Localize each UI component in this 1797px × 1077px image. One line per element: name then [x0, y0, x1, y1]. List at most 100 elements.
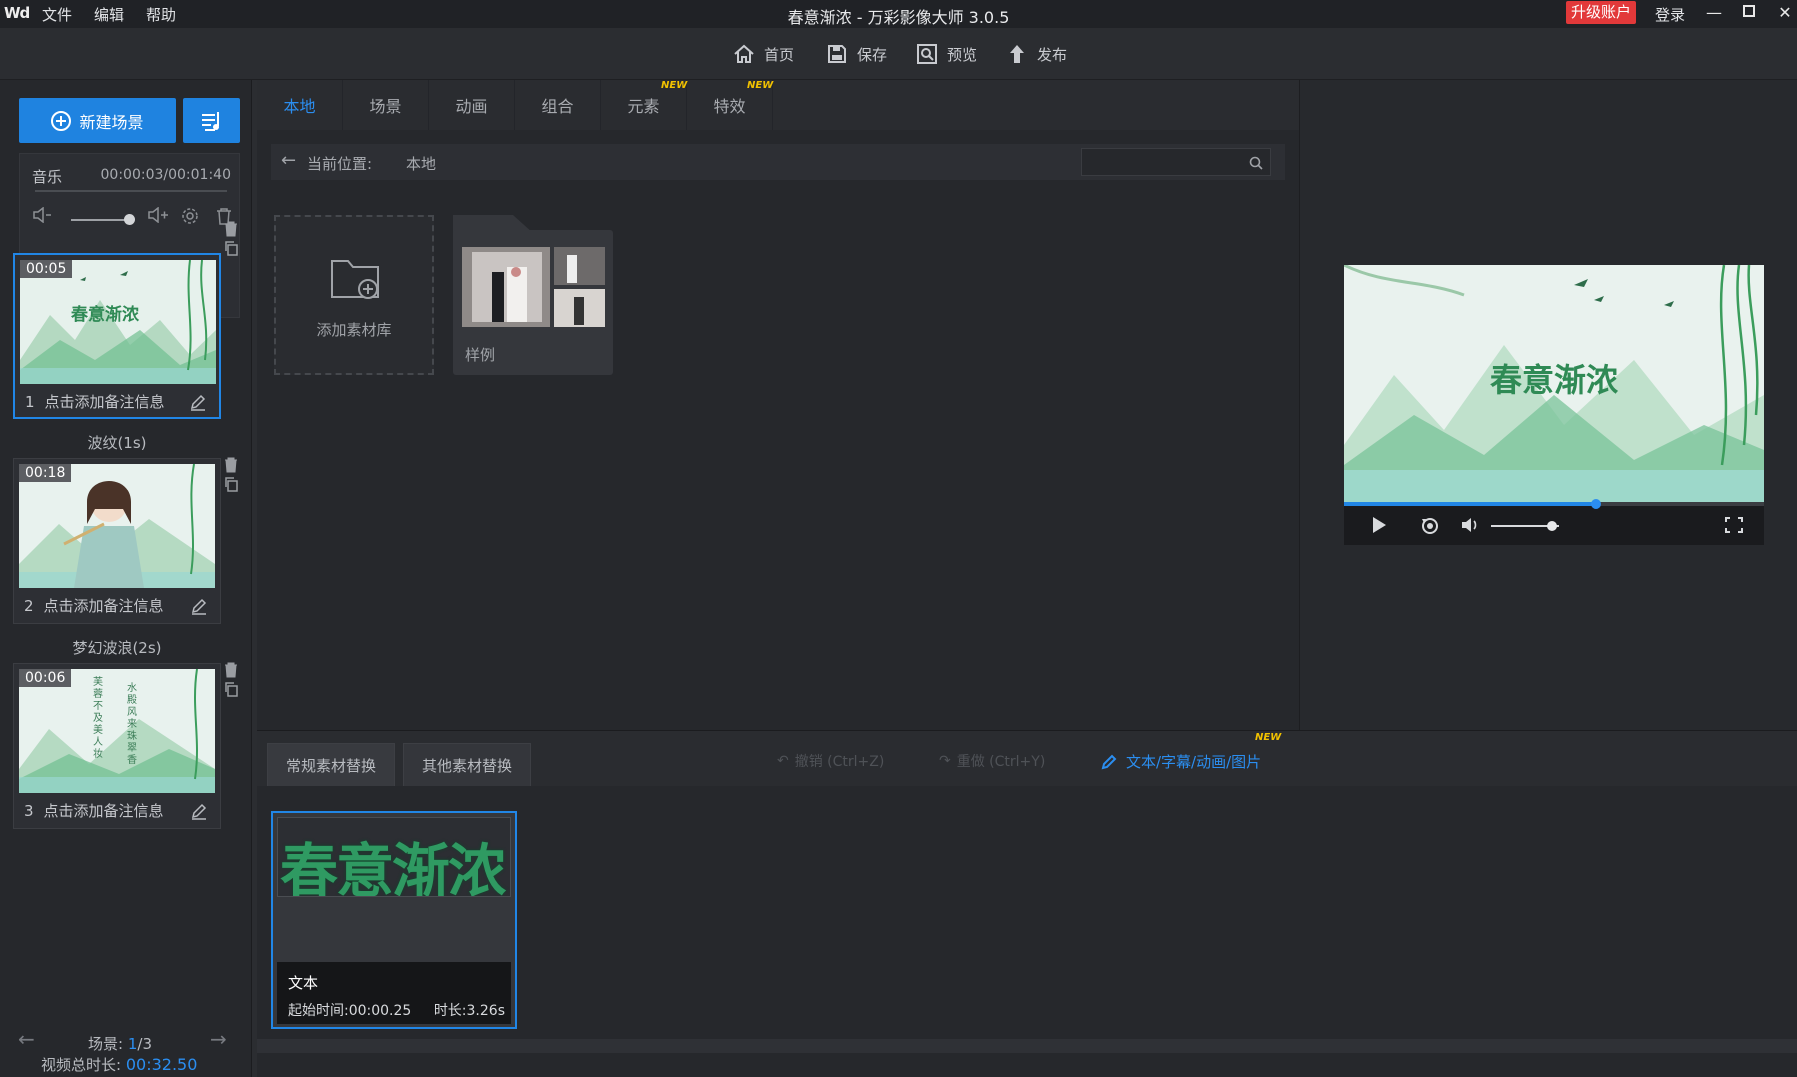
scene-footer: ← → 场景: 1/3 视频总时长: 00:32.50 [0, 1025, 252, 1077]
fullscreen-icon[interactable] [1724, 516, 1744, 538]
add-library-button[interactable]: 添加素材库 [274, 215, 434, 375]
maximize-icon[interactable] [1738, 2, 1760, 24]
preview-button[interactable]: 预览 [915, 41, 977, 67]
preview-label: 预览 [947, 45, 978, 64]
tab-group-label: 组合 [541, 97, 574, 116]
back-arrow-icon[interactable]: ← [281, 150, 296, 171]
transition-label-2[interactable]: 梦幻波浪(2s) [0, 637, 234, 658]
new-scene-button[interactable]: 新建场景 [19, 98, 176, 143]
scene-thumbnail [19, 464, 215, 588]
scene-card-1[interactable]: 春意渐浓 00:05 1 点击添加备注信息 [13, 253, 221, 419]
scene-card-3[interactable]: 芙蓉不及美人妆 水殿风来珠翠香 00:06 3 点击添加备注信息 [13, 663, 221, 829]
tab-animation[interactable]: 动画 [429, 80, 515, 130]
material-library: ← 当前位置: 本地 添加素材库 样例 [257, 130, 1299, 730]
scene-thumbnail: 春意渐浓 [20, 260, 216, 384]
replay-icon[interactable] [1420, 516, 1440, 538]
publish-button[interactable]: 发布 [1005, 41, 1067, 67]
video-progress-handle[interactable] [1591, 499, 1601, 509]
save-icon [828, 45, 846, 63]
text-element-preview-text: 春意渐浓 [280, 837, 506, 897]
music-volume-handle[interactable] [124, 214, 136, 225]
edit-icon[interactable] [190, 597, 208, 615]
preview-panel: 春意渐浓 [1299, 80, 1797, 730]
text-element-card[interactable]: 春意渐浓 文本 起始时间:00:00.25 时长:3.26s [271, 811, 517, 1029]
scene-note-text: 点击添加备注信息 [43, 597, 164, 615]
scene-note-text: 点击添加备注信息 [44, 393, 165, 411]
save-button[interactable]: 保存 [825, 41, 887, 67]
redo-button[interactable]: ↷ 重做 (Ctrl+Y) [939, 751, 1045, 771]
scene-note[interactable]: 1 点击添加备注信息 [25, 391, 165, 412]
search-input[interactable] [1081, 148, 1271, 176]
tab-other-replace[interactable]: 其他素材替换 [403, 743, 531, 786]
sample-folder[interactable]: 样例 [453, 230, 613, 375]
volume-icon[interactable] [1460, 516, 1480, 538]
scene-count: 场景: 1/3 [88, 1033, 152, 1054]
tab-scene[interactable]: 场景 [343, 80, 429, 130]
transition-label-1[interactable]: 波纹(1s) [0, 432, 234, 453]
music-settings-icon[interactable] [178, 207, 202, 231]
next-scene-icon[interactable]: → [210, 1027, 227, 1051]
scene-count-label: 场景: [88, 1035, 124, 1053]
copy-scene-icon[interactable] [223, 681, 239, 697]
tab-local[interactable]: 本地 [257, 80, 343, 130]
login-link[interactable]: 登录 [1655, 4, 1685, 25]
music-controls [28, 206, 233, 233]
video-progress-fill [1344, 502, 1596, 506]
scene-note[interactable]: 3 点击添加备注信息 [24, 800, 164, 821]
delete-scene-icon[interactable] [223, 221, 239, 237]
scene-thumb-title: 春意渐浓 [71, 305, 139, 325]
path-label: 当前位置: [307, 155, 373, 173]
edit-icon[interactable] [189, 393, 207, 411]
undo-icon: ↶ [777, 753, 789, 769]
video-progress[interactable] [1344, 499, 1764, 509]
element-duration: 时长:3.26s [433, 1003, 505, 1019]
tab-regular-replace[interactable]: 常规素材替换 [267, 743, 395, 786]
minimize-icon[interactable]: — [1703, 2, 1725, 24]
tab-element-label: 元素 [627, 97, 660, 116]
total-duration-label: 视频总时长: [41, 1056, 122, 1074]
menu-help[interactable]: 帮助 [146, 4, 176, 25]
menu-file[interactable]: 文件 [42, 4, 72, 25]
publish-icon [1010, 45, 1024, 63]
main-toolbar: 首页 保存 预览 发布 [0, 28, 1797, 80]
prev-scene-icon[interactable]: ← [18, 1027, 35, 1051]
copy-scene-icon[interactable] [223, 240, 239, 256]
scene-card-2[interactable]: 00:18 2 点击添加备注信息 [13, 458, 221, 624]
preview-volume-handle[interactable] [1547, 521, 1558, 531]
delete-scene-icon[interactable] [223, 457, 239, 473]
upgrade-account-button[interactable]: 升级账户 [1566, 1, 1636, 24]
tab-other-replace-label: 其他素材替换 [421, 756, 512, 775]
scene-list-button[interactable] [183, 98, 240, 143]
add-circle-icon [51, 110, 72, 131]
scene-note-text: 点击添加备注信息 [43, 802, 164, 820]
home-label: 首页 [764, 45, 795, 64]
tab-group[interactable]: 组合 [515, 80, 601, 130]
menu-edit[interactable]: 编辑 [94, 4, 124, 25]
horizontal-scrollbar[interactable] [257, 1039, 1797, 1053]
scene-current: 1 [127, 1035, 138, 1053]
scene-duration: 00:06 [19, 669, 72, 687]
preview-frame: 春意渐浓 [1344, 265, 1764, 502]
copy-scene-icon[interactable] [223, 476, 239, 492]
edit-media-link[interactable]: 文本/字幕/动画/图片 [1100, 751, 1261, 772]
undo-button[interactable]: ↶ 撤销 (Ctrl+Z) [777, 751, 884, 771]
scene-duration: 00:05 [20, 260, 73, 278]
music-volume-slider[interactable] [71, 219, 129, 221]
new-badge: NEW [1255, 732, 1282, 743]
app-logo: Wd [4, 4, 30, 22]
scene-note[interactable]: 2 点击添加备注信息 [24, 595, 164, 616]
play-icon[interactable] [1370, 516, 1388, 538]
music-progress[interactable] [35, 190, 227, 192]
edit-icon[interactable] [190, 802, 208, 820]
undo-label: 撤销 (Ctrl+Z) [794, 754, 885, 770]
volume-down-icon[interactable] [30, 206, 54, 231]
volume-up-icon[interactable] [146, 206, 170, 231]
total-duration-value: 00:32.50 [125, 1055, 198, 1074]
search-icon[interactable] [1248, 155, 1264, 171]
music-label: 音乐 [32, 168, 63, 186]
add-folder-icon [331, 260, 379, 299]
close-icon[interactable]: ✕ [1774, 2, 1796, 24]
preview-title-text: 春意渐浓 [1489, 361, 1618, 399]
home-button[interactable]: 首页 [732, 41, 794, 67]
delete-scene-icon[interactable] [223, 662, 239, 678]
